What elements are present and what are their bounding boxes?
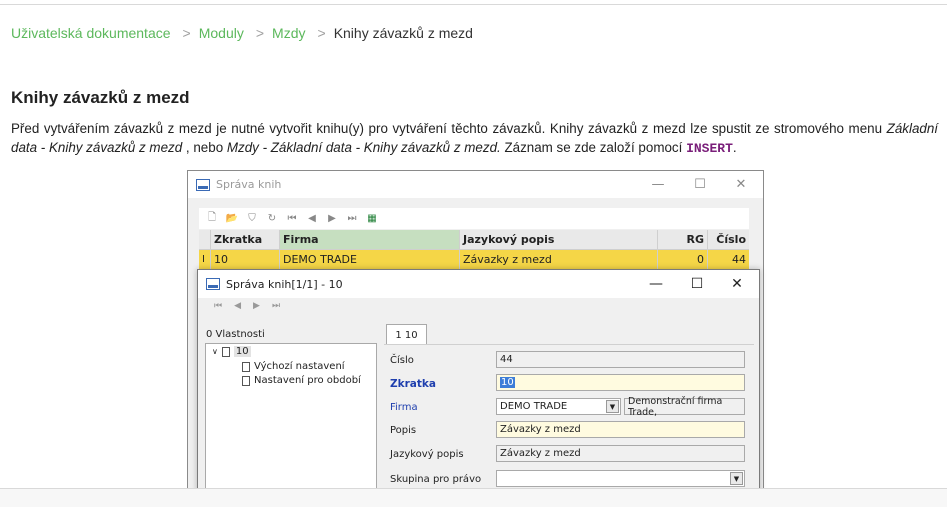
firma-label: Firma: [390, 402, 418, 413]
new-icon[interactable]: 🗋: [205, 212, 219, 226]
firma-value: DEMO TRADE: [500, 401, 568, 412]
breadcrumb-link-documentation[interactable]: Uživatelská dokumentace: [11, 25, 171, 41]
window-titlebar: Správa knih — ☐ ✕: [188, 171, 763, 198]
breadcrumb-current: Knihy závazků z mezd: [333, 25, 473, 41]
app-icon: [206, 278, 220, 290]
minimize-icon[interactable]: —: [636, 270, 676, 298]
dropdown-arrow-icon[interactable]: ▼: [606, 400, 619, 413]
prev-record-icon[interactable]: ◀: [234, 301, 241, 311]
dialog-titlebar: Správa knih[1/1] - 10 — ☐ ✕: [198, 270, 759, 298]
jazyk-label: Jazykový popis: [390, 449, 464, 460]
chevron-right-icon: >: [255, 25, 265, 41]
breadcrumb: Uživatelská dokumentace > Moduly > Mzdy …: [11, 25, 473, 41]
filter-icon[interactable]: ⛉: [245, 212, 259, 226]
open-folder-icon[interactable]: 📂: [225, 212, 239, 226]
dropdown-arrow-icon[interactable]: ▼: [730, 472, 743, 485]
close-icon[interactable]: ✕: [721, 171, 761, 198]
chevron-right-icon: >: [182, 25, 191, 41]
first-record-icon[interactable]: ⏮: [285, 212, 299, 226]
document-icon: [242, 375, 250, 386]
maximize-icon[interactable]: ☐: [677, 270, 717, 298]
para-text-mid: , nebo: [182, 140, 227, 155]
last-record-icon[interactable]: ⏭: [272, 301, 280, 311]
last-record-icon[interactable]: ⏭: [345, 212, 359, 226]
export-excel-icon[interactable]: ▦: [365, 212, 379, 226]
first-record-icon[interactable]: ⏮: [214, 301, 222, 311]
minimize-icon[interactable]: —: [638, 171, 678, 198]
dialog-nav: ⏮ ◀ ▶ ⏭: [214, 301, 280, 311]
next-record-icon[interactable]: ▶: [325, 212, 339, 226]
firma-select[interactable]: DEMO TRADE ▼: [496, 398, 621, 415]
grid-header: Zkratka Firma Jazykový popis RG Číslo: [199, 230, 749, 250]
col-header-cislo[interactable]: Číslo: [708, 230, 749, 249]
books-grid: Zkratka Firma Jazykový popis RG Číslo I …: [199, 230, 749, 269]
tab-1-10[interactable]: 1 10: [386, 324, 427, 345]
window-toolbar: 🗋 📂 ⛉ ↻ ⏮ ◀ ▶ ⏭ ▦: [199, 208, 749, 229]
window-title: Správa knih: [216, 178, 282, 191]
zkratka-label: Zkratka: [390, 378, 436, 390]
properties-tree: ∨ 10 Výchozí nastavení Nastavení pro obd…: [205, 343, 377, 495]
breadcrumb-link-modules[interactable]: Moduly: [199, 25, 244, 41]
breadcrumb-link-mzdy[interactable]: Mzdy: [272, 25, 305, 41]
tree-node-root[interactable]: ∨ 10: [212, 346, 251, 357]
page-title: Knihy závazků z mezd: [11, 88, 190, 107]
firma-description: Demonstrační firma Trade,: [624, 396, 745, 418]
maximize-icon[interactable]: ☐: [680, 171, 720, 198]
cell-popis: Závazky z mezd: [460, 250, 658, 269]
cislo-label: Číslo: [390, 355, 414, 366]
tree-node-label: Výchozí nastavení: [254, 361, 345, 372]
tree-label: 0 Vlastnosti: [206, 329, 265, 340]
refresh-icon[interactable]: ↻: [265, 212, 279, 226]
jazyk-field[interactable]: Závazky z mezd: [496, 445, 745, 462]
bottom-shade: [0, 489, 947, 507]
zkratka-field[interactable]: 10: [496, 374, 745, 391]
document-icon: [221, 346, 230, 357]
book-detail-dialog: Správa knih[1/1] - 10 — ☐ ✕ ⏮ ◀ ▶ ⏭ 0 Vl…: [197, 269, 760, 496]
popis-field[interactable]: Závazky z mezd: [496, 421, 745, 438]
next-record-icon[interactable]: ▶: [253, 301, 260, 311]
zkratka-value: 10: [500, 377, 515, 388]
close-icon[interactable]: ✕: [717, 270, 757, 298]
intro-paragraph: Před vytvářením závazků z mezd je nutné …: [11, 119, 938, 158]
chevron-down-icon[interactable]: ∨: [212, 347, 218, 356]
top-divider: [0, 4, 947, 5]
chevron-right-icon: >: [317, 25, 326, 41]
para-text-1: Před vytvářením závazků z mezd je nutné …: [11, 121, 883, 136]
cell-rg: 0: [658, 250, 708, 269]
table-row[interactable]: I 10 DEMO TRADE Závazky z mezd 0 44: [199, 250, 749, 269]
cell-firma: DEMO TRADE: [280, 250, 460, 269]
app-icon: [196, 178, 210, 191]
para-text-end: Záznam se zde založí pomocí: [500, 140, 687, 155]
dialog-title: Správa knih[1/1] - 10: [226, 277, 343, 291]
col-header-firma[interactable]: Firma: [280, 230, 460, 249]
tree-node-label: Nastavení pro období: [254, 375, 361, 386]
tree-node-vychozi[interactable]: Výchozí nastavení: [242, 361, 345, 372]
skupina-label: Skupina pro právo: [390, 474, 482, 485]
prev-record-icon[interactable]: ◀: [305, 212, 319, 226]
insert-key: INSERT: [686, 141, 733, 156]
cislo-field[interactable]: 44: [496, 351, 745, 368]
col-header-popis[interactable]: Jazykový popis: [460, 230, 658, 249]
skupina-select[interactable]: ▼: [496, 470, 745, 487]
menu-path-2: Mzdy - Základní data - Knihy závazků z m…: [226, 140, 501, 155]
col-header-zkratka[interactable]: Zkratka: [211, 230, 280, 249]
tree-node-obdobi[interactable]: Nastavení pro období: [242, 375, 361, 386]
para-text-tail: .: [732, 140, 737, 155]
popis-label: Popis: [390, 425, 417, 436]
document-icon: [242, 361, 250, 372]
cell-cislo: 44: [732, 253, 746, 266]
tree-root-label: 10: [233, 346, 251, 357]
col-header-rg[interactable]: RG: [658, 230, 708, 249]
cell-zkratka: 10: [211, 250, 280, 269]
row-marker: I: [199, 250, 211, 269]
